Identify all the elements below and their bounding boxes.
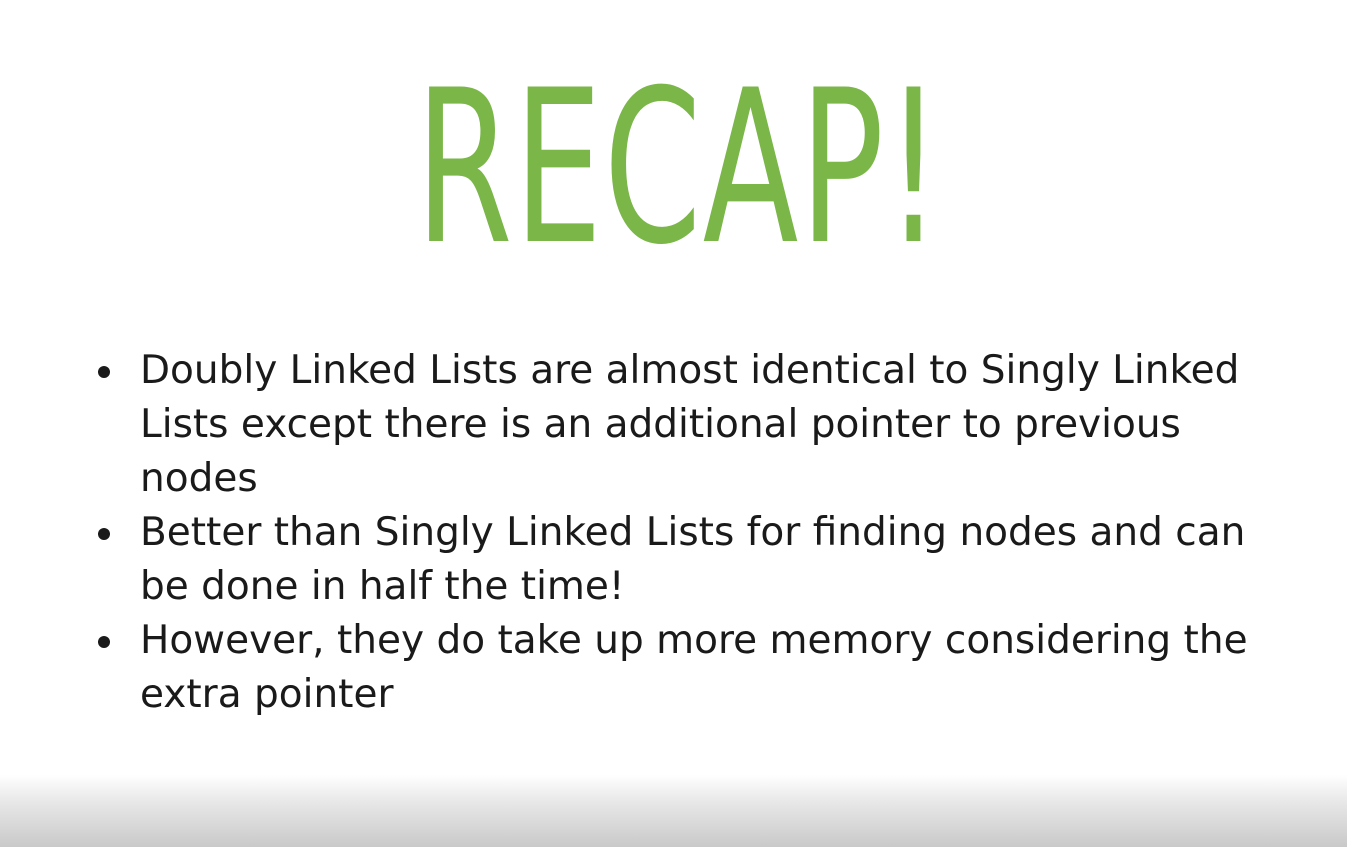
slide: RECAP! Doubly Linked Lists are almost id…: [0, 0, 1347, 847]
bullet-text: Doubly Linked Lists are almost identical…: [140, 348, 1240, 501]
bullet-item: However, they do take up more memory con…: [98, 614, 1298, 722]
bullet-item: Doubly Linked Lists are almost identical…: [98, 344, 1298, 506]
bullet-item: Better than Singly Linked Lists for find…: [98, 506, 1298, 614]
bullet-text: Better than Singly Linked Lists for find…: [140, 510, 1246, 609]
bullet-text: However, they do take up more memory con…: [140, 618, 1248, 717]
bullet-dot-icon: [98, 636, 110, 648]
bullet-dot-icon: [98, 528, 110, 540]
bullet-list: Doubly Linked Lists are almost identical…: [98, 344, 1298, 722]
bottom-shadow-bar: [0, 775, 1347, 847]
slide-title: RECAP!: [415, 44, 943, 291]
bullet-dot-icon: [98, 366, 110, 378]
